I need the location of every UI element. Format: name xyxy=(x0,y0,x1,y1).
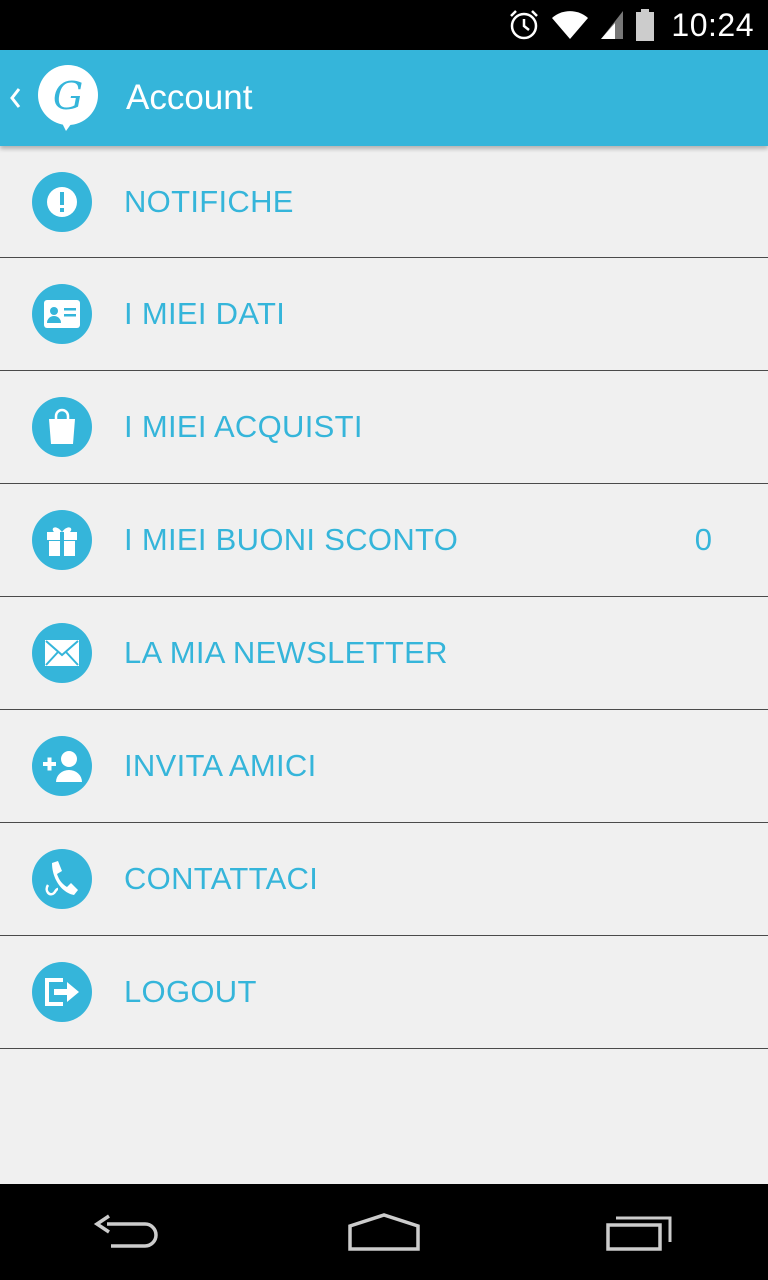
app-bar: G Account xyxy=(0,50,768,146)
menu-item-label: I MIEI DATI xyxy=(124,296,286,331)
alarm-icon xyxy=(507,8,541,42)
logout-icon xyxy=(32,962,92,1022)
menu-item-label: LOGOUT xyxy=(124,974,257,1009)
chevron-left-icon[interactable] xyxy=(0,50,34,146)
account-menu: NOTIFICHE I MIEI DATI I MIEI ACQUISTI I … xyxy=(0,146,768,1049)
envelope-icon xyxy=(32,623,92,683)
menu-item-label: I MIEI BUONI SCONTO xyxy=(124,522,459,557)
menu-item-i-miei-dati[interactable]: I MIEI DATI xyxy=(0,258,768,371)
menu-item-label: CONTATTACI xyxy=(124,861,319,896)
battery-icon xyxy=(635,8,655,42)
menu-item-i-miei-buoni-sconto[interactable]: I MIEI BUONI SCONTO 0 xyxy=(0,484,768,597)
menu-item-label: I MIEI ACQUISTI xyxy=(124,409,363,444)
coupon-count-badge: 0 xyxy=(694,522,712,557)
id-card-icon xyxy=(32,284,92,344)
page-title: Account xyxy=(126,78,253,117)
status-time: 10:24 xyxy=(671,6,754,43)
system-nav-bar xyxy=(0,1184,768,1280)
signal-icon xyxy=(599,9,625,41)
gift-icon xyxy=(32,510,92,570)
app-logo[interactable]: G xyxy=(36,60,100,136)
menu-item-la-mia-newsletter[interactable]: LA MIA NEWSLETTER xyxy=(0,597,768,710)
status-icons: 10:24 xyxy=(507,0,754,50)
shopping-bag-icon xyxy=(32,397,92,457)
recents-icon[interactable] xyxy=(590,1202,690,1262)
menu-item-invita-amici[interactable]: INVITA AMICI xyxy=(0,710,768,823)
phone-icon xyxy=(32,849,92,909)
menu-item-contattaci[interactable]: CONTATTACI xyxy=(0,823,768,936)
exclamation-icon xyxy=(32,171,92,232)
menu-item-logout[interactable]: LOGOUT xyxy=(0,936,768,1049)
logo-letter: G xyxy=(53,74,83,118)
status-bar: 10:24 xyxy=(0,0,768,50)
menu-item-label: LA MIA NEWSLETTER xyxy=(124,635,448,670)
menu-item-label: INVITA AMICI xyxy=(124,748,317,783)
add-user-icon xyxy=(32,736,92,796)
home-icon[interactable] xyxy=(334,1202,434,1262)
menu-item-label: NOTIFICHE xyxy=(124,183,294,219)
menu-item-notifiche[interactable]: NOTIFICHE xyxy=(0,146,768,258)
back-icon[interactable] xyxy=(78,1202,178,1262)
menu-item-i-miei-acquisti[interactable]: I MIEI ACQUISTI xyxy=(0,371,768,484)
wifi-icon xyxy=(551,9,589,41)
